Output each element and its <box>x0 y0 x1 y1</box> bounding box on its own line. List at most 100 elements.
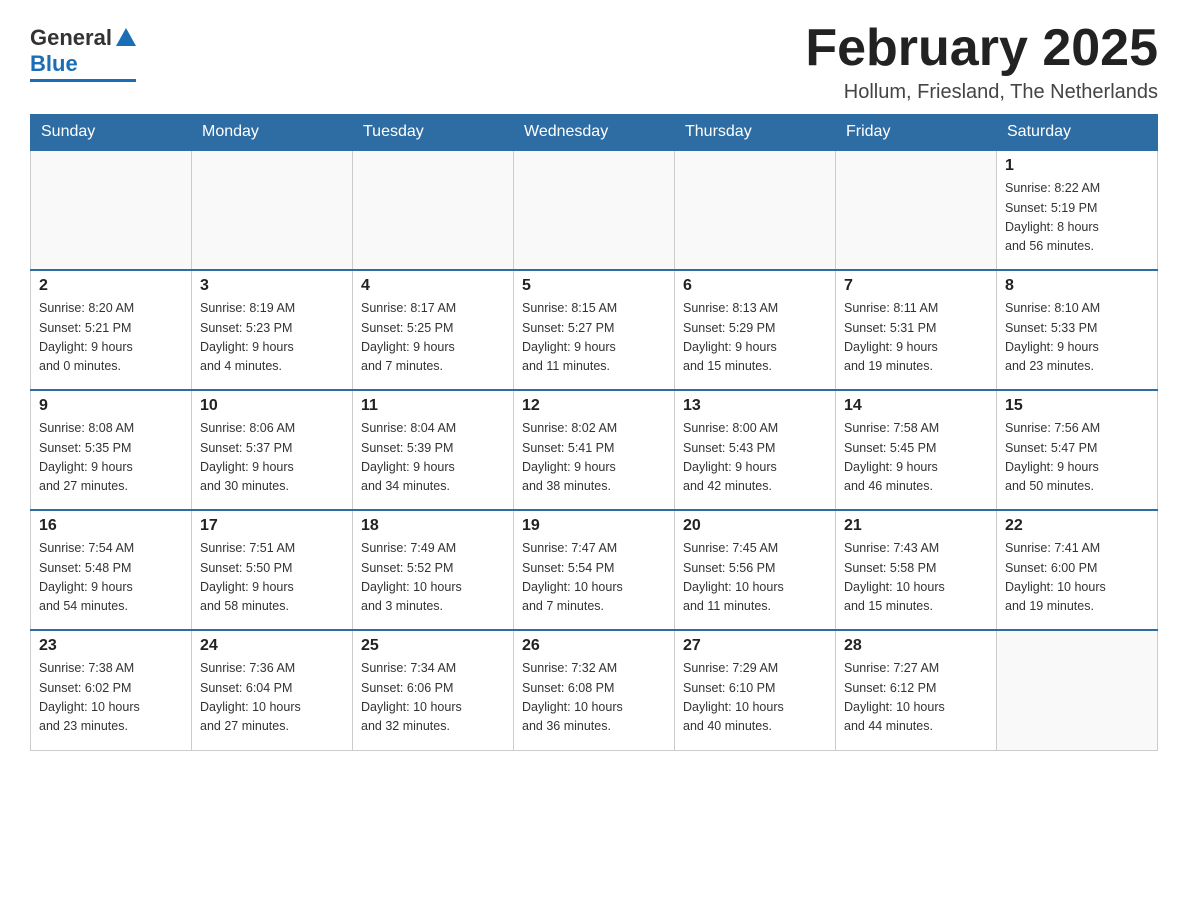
day-number: 24 <box>200 637 344 655</box>
calendar-cell-4-7: 22 Sunrise: 7:41 AM Sunset: 6:00 PM Dayli… <box>997 510 1158 630</box>
day-info: Sunrise: 7:45 AM Sunset: 5:56 PM Dayligh… <box>683 539 827 617</box>
calendar-cell-1-7: 1 Sunrise: 8:22 AM Sunset: 5:19 PM Daylig… <box>997 150 1158 270</box>
calendar-cell-3-7: 15 Sunrise: 7:56 AM Sunset: 5:47 PM Dayli… <box>997 390 1158 510</box>
day-info: Sunrise: 7:56 AM Sunset: 5:47 PM Dayligh… <box>1005 419 1149 497</box>
day-info: Sunrise: 8:17 AM Sunset: 5:25 PM Dayligh… <box>361 299 505 377</box>
calendar-cell-4-6: 21 Sunrise: 7:43 AM Sunset: 5:58 PM Dayli… <box>836 510 997 630</box>
day-info: Sunrise: 8:02 AM Sunset: 5:41 PM Dayligh… <box>522 419 666 497</box>
calendar-dow-monday: Monday <box>192 115 353 151</box>
day-number: 22 <box>1005 517 1149 535</box>
day-number: 27 <box>683 637 827 655</box>
month-title: February 2025 <box>805 20 1158 77</box>
calendar-dow-friday: Friday <box>836 115 997 151</box>
day-info: Sunrise: 8:00 AM Sunset: 5:43 PM Dayligh… <box>683 419 827 497</box>
calendar-cell-2-3: 4 Sunrise: 8:17 AM Sunset: 5:25 PM Daylig… <box>353 270 514 390</box>
day-info: Sunrise: 8:13 AM Sunset: 5:29 PM Dayligh… <box>683 299 827 377</box>
day-info: Sunrise: 8:11 AM Sunset: 5:31 PM Dayligh… <box>844 299 988 377</box>
calendar-cell-4-4: 19 Sunrise: 7:47 AM Sunset: 5:54 PM Dayli… <box>514 510 675 630</box>
calendar-dow-wednesday: Wednesday <box>514 115 675 151</box>
day-number: 3 <box>200 277 344 295</box>
day-number: 20 <box>683 517 827 535</box>
day-info: Sunrise: 7:27 AM Sunset: 6:12 PM Dayligh… <box>844 659 988 737</box>
calendar-cell-1-4 <box>514 150 675 270</box>
day-info: Sunrise: 7:36 AM Sunset: 6:04 PM Dayligh… <box>200 659 344 737</box>
calendar-dow-thursday: Thursday <box>675 115 836 151</box>
day-info: Sunrise: 8:20 AM Sunset: 5:21 PM Dayligh… <box>39 299 183 377</box>
day-info: Sunrise: 7:34 AM Sunset: 6:06 PM Dayligh… <box>361 659 505 737</box>
calendar-cell-3-1: 9 Sunrise: 8:08 AM Sunset: 5:35 PM Daylig… <box>31 390 192 510</box>
day-number: 16 <box>39 517 183 535</box>
calendar-week-row-5: 23Sunrise: 7:38 AM Sunset: 6:02 PM Dayli… <box>31 630 1158 750</box>
day-number: 17 <box>200 517 344 535</box>
day-info: Sunrise: 7:43 AM Sunset: 5:58 PM Dayligh… <box>844 539 988 617</box>
day-info: Sunrise: 8:19 AM Sunset: 5:23 PM Dayligh… <box>200 299 344 377</box>
day-info: Sunrise: 8:08 AM Sunset: 5:35 PM Dayligh… <box>39 419 183 497</box>
day-info: Sunrise: 7:38 AM Sunset: 6:02 PM Dayligh… <box>39 659 183 737</box>
day-number: 4 <box>361 277 505 295</box>
day-info: Sunrise: 8:22 AM Sunset: 5:19 PM Dayligh… <box>1005 179 1149 257</box>
calendar-cell-3-4: 12 Sunrise: 8:02 AM Sunset: 5:41 PM Dayli… <box>514 390 675 510</box>
calendar-cell-1-6 <box>836 150 997 270</box>
day-info: Sunrise: 7:47 AM Sunset: 5:54 PM Dayligh… <box>522 539 666 617</box>
calendar-cell-4-2: 17 Sunrise: 7:51 AM Sunset: 5:50 PM Dayli… <box>192 510 353 630</box>
calendar-cell-4-5: 20 Sunrise: 7:45 AM Sunset: 5:56 PM Dayli… <box>675 510 836 630</box>
calendar-cell-5-6: 28Sunrise: 7:27 AM Sunset: 6:12 PM Dayli… <box>836 630 997 750</box>
day-info: Sunrise: 7:32 AM Sunset: 6:08 PM Dayligh… <box>522 659 666 737</box>
day-info: Sunrise: 7:41 AM Sunset: 6:00 PM Dayligh… <box>1005 539 1149 617</box>
calendar-cell-3-5: 13Sunrise: 8:00 AM Sunset: 5:43 PM Dayli… <box>675 390 836 510</box>
calendar-cell-1-1 <box>31 150 192 270</box>
calendar-cell-4-1: 16 Sunrise: 7:54 AM Sunset: 5:48 PM Dayli… <box>31 510 192 630</box>
day-info: Sunrise: 7:29 AM Sunset: 6:10 PM Dayligh… <box>683 659 827 737</box>
calendar-cell-2-6: 7 Sunrise: 8:11 AM Sunset: 5:31 PM Daylig… <box>836 270 997 390</box>
calendar-cell-3-3: 11 Sunrise: 8:04 AM Sunset: 5:39 PM Dayli… <box>353 390 514 510</box>
calendar-table: SundayMondayTuesdayWednesdayThursdayFrid… <box>30 114 1158 751</box>
calendar-cell-5-7 <box>997 630 1158 750</box>
day-number: 19 <box>522 517 666 535</box>
day-number: 15 <box>1005 397 1149 415</box>
calendar-cell-2-1: 2 Sunrise: 8:20 AM Sunset: 5:21 PM Daylig… <box>31 270 192 390</box>
day-info: Sunrise: 8:04 AM Sunset: 5:39 PM Dayligh… <box>361 419 505 497</box>
location-subtitle: Hollum, Friesland, The Netherlands <box>805 81 1158 104</box>
calendar-cell-1-2 <box>192 150 353 270</box>
logo-triangle-icon <box>116 28 136 46</box>
calendar-dow-saturday: Saturday <box>997 115 1158 151</box>
day-number: 14 <box>844 397 988 415</box>
calendar-cell-2-4: 5Sunrise: 8:15 AM Sunset: 5:27 PM Daylig… <box>514 270 675 390</box>
calendar-cell-2-5: 6 Sunrise: 8:13 AM Sunset: 5:29 PM Daylig… <box>675 270 836 390</box>
day-info: Sunrise: 7:49 AM Sunset: 5:52 PM Dayligh… <box>361 539 505 617</box>
day-number: 1 <box>1005 157 1149 175</box>
day-number: 12 <box>522 397 666 415</box>
title-block: February 2025 Hollum, Friesland, The Net… <box>805 20 1158 104</box>
calendar-cell-1-5 <box>675 150 836 270</box>
day-number: 8 <box>1005 277 1149 295</box>
calendar-cell-3-6: 14Sunrise: 7:58 AM Sunset: 5:45 PM Dayli… <box>836 390 997 510</box>
calendar-cell-5-5: 27 Sunrise: 7:29 AM Sunset: 6:10 PM Dayli… <box>675 630 836 750</box>
calendar-cell-5-1: 23Sunrise: 7:38 AM Sunset: 6:02 PM Dayli… <box>31 630 192 750</box>
calendar-cell-3-2: 10 Sunrise: 8:06 AM Sunset: 5:37 PM Dayli… <box>192 390 353 510</box>
day-number: 2 <box>39 277 183 295</box>
page-header: General Blue February 2025 Hollum, Fries… <box>30 20 1158 104</box>
logo-underline <box>30 79 136 82</box>
calendar-week-row-3: 9 Sunrise: 8:08 AM Sunset: 5:35 PM Daylig… <box>31 390 1158 510</box>
calendar-week-row-4: 16 Sunrise: 7:54 AM Sunset: 5:48 PM Dayli… <box>31 510 1158 630</box>
calendar-cell-5-4: 26 Sunrise: 7:32 AM Sunset: 6:08 PM Dayli… <box>514 630 675 750</box>
calendar-cell-2-2: 3 Sunrise: 8:19 AM Sunset: 5:23 PM Daylig… <box>192 270 353 390</box>
day-number: 5 <box>522 277 666 295</box>
calendar-cell-2-7: 8 Sunrise: 8:10 AM Sunset: 5:33 PM Daylig… <box>997 270 1158 390</box>
day-number: 11 <box>361 397 505 415</box>
day-number: 9 <box>39 397 183 415</box>
day-info: Sunrise: 7:51 AM Sunset: 5:50 PM Dayligh… <box>200 539 344 617</box>
calendar-header-row: SundayMondayTuesdayWednesdayThursdayFrid… <box>31 115 1158 151</box>
day-info: Sunrise: 7:54 AM Sunset: 5:48 PM Dayligh… <box>39 539 183 617</box>
day-number: 6 <box>683 277 827 295</box>
calendar-dow-tuesday: Tuesday <box>353 115 514 151</box>
calendar-week-row-2: 2 Sunrise: 8:20 AM Sunset: 5:21 PM Daylig… <box>31 270 1158 390</box>
day-number: 21 <box>844 517 988 535</box>
calendar-week-row-1: 1 Sunrise: 8:22 AM Sunset: 5:19 PM Daylig… <box>31 150 1158 270</box>
day-info: Sunrise: 8:10 AM Sunset: 5:33 PM Dayligh… <box>1005 299 1149 377</box>
day-number: 7 <box>844 277 988 295</box>
day-number: 10 <box>200 397 344 415</box>
day-number: 26 <box>522 637 666 655</box>
calendar-cell-5-3: 25Sunrise: 7:34 AM Sunset: 6:06 PM Dayli… <box>353 630 514 750</box>
day-info: Sunrise: 8:06 AM Sunset: 5:37 PM Dayligh… <box>200 419 344 497</box>
